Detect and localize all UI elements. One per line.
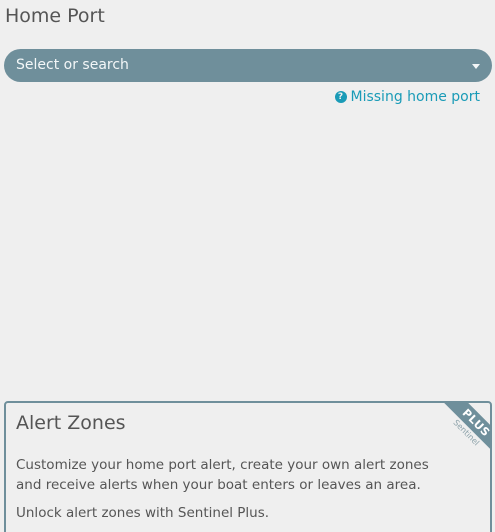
- alert-zones-unlock-text: Unlock alert zones with Sentinel Plus.: [16, 505, 270, 521]
- plus-ribbon: PLUS Sentinel: [438, 403, 490, 455]
- home-port-title: Home Port: [5, 5, 105, 27]
- alert-zones-description: Customize your home port alert, create y…: [16, 457, 429, 493]
- missing-home-port-label: Missing home port: [350, 89, 481, 105]
- alert-zones-card: Alert Zones Customize your home port ale…: [4, 401, 492, 532]
- home-port-select-placeholder: Select or search: [16, 57, 129, 73]
- home-port-select[interactable]: Select or search: [4, 49, 492, 82]
- missing-home-port-link[interactable]: ? Missing home port: [334, 89, 481, 105]
- question-circle-icon: ?: [334, 91, 347, 103]
- page: Home Port Select or search ? Missing hom…: [0, 0, 495, 532]
- caret-down-icon: [472, 64, 480, 69]
- alert-zones-title: Alert Zones: [16, 412, 126, 434]
